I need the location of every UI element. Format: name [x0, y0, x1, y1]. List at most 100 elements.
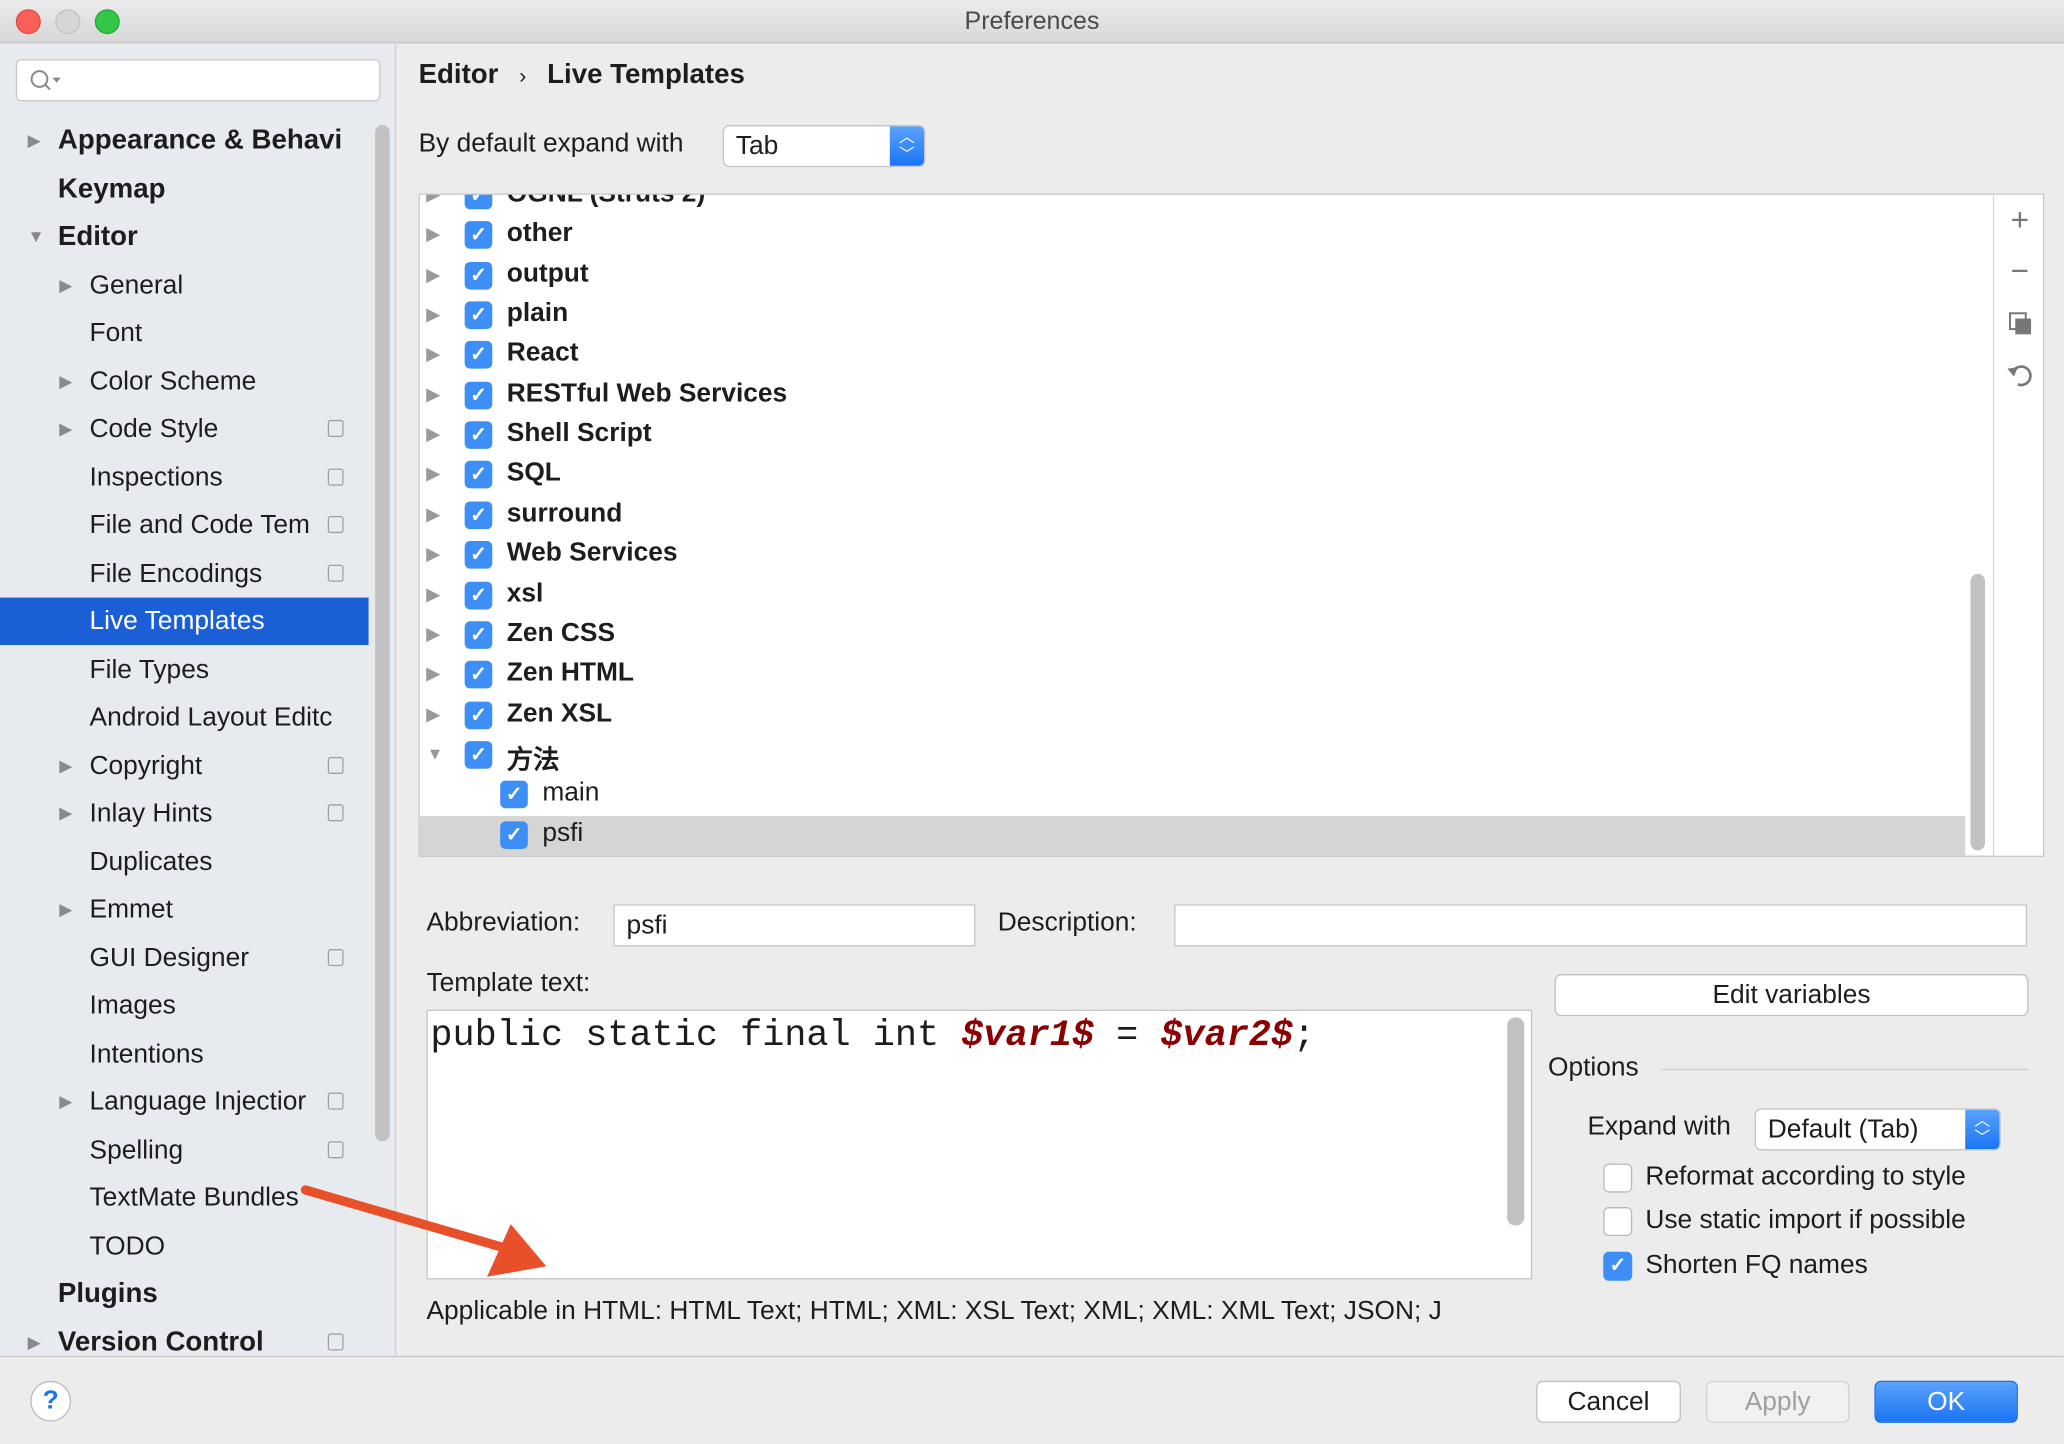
chevron-right-icon[interactable]: ▶ — [426, 304, 439, 325]
chevron-right-icon[interactable]: ▶ — [59, 261, 72, 308]
option-label[interactable]: Use static import if possible — [1645, 1206, 1965, 1236]
sidebar-item[interactable]: Images — [0, 982, 369, 1029]
chevron-right-icon[interactable]: ▶ — [28, 117, 41, 164]
chevron-right-icon[interactable]: ▶ — [59, 405, 72, 452]
copy-icon[interactable] — [1994, 304, 2043, 343]
chevron-right-icon[interactable]: ▶ — [426, 195, 439, 206]
chevron-right-icon[interactable]: ▶ — [426, 464, 439, 485]
tree-row[interactable]: ▶ ✓ xsl — [420, 576, 1965, 615]
description-input[interactable] — [1174, 904, 2028, 947]
chevron-down-icon[interactable]: ▼ — [28, 213, 45, 260]
help-button[interactable]: ? — [30, 1380, 72, 1422]
chevron-right-icon[interactable]: ▶ — [426, 264, 439, 285]
option-label[interactable]: Shorten FQ names — [1645, 1250, 1867, 1280]
add-icon[interactable]: + — [1994, 201, 2043, 240]
chevron-right-icon[interactable]: ▶ — [426, 544, 439, 565]
option-checkbox[interactable] — [1603, 1163, 1633, 1193]
checkbox[interactable]: ✓ — [464, 501, 493, 529]
sidebar-item[interactable]: File Types — [0, 646, 369, 693]
sidebar-item[interactable]: ▶ Code Style — [0, 405, 369, 452]
sidebar-item[interactable]: ▶ General — [0, 261, 369, 308]
sidebar-scrollbar[interactable] — [375, 125, 390, 1142]
tree-row[interactable]: ✓ psfi — [419, 815, 1966, 856]
checkbox[interactable]: ✓ — [464, 194, 493, 210]
checkbox[interactable]: ✓ — [464, 700, 493, 729]
chevron-right-icon[interactable]: ▶ — [59, 1078, 72, 1125]
chevron-right-icon[interactable]: ▶ — [426, 704, 439, 725]
sidebar-item[interactable]: Keymap — [0, 165, 369, 212]
abbreviation-input[interactable]: psfi — [613, 904, 976, 947]
sidebar-item[interactable]: Font — [0, 309, 369, 356]
checkbox[interactable]: ✓ — [464, 261, 493, 290]
checkbox[interactable]: ✓ — [464, 621, 493, 649]
tree-row[interactable]: ▶ ✓ Shell Script — [420, 416, 1965, 455]
chevron-down-icon[interactable]: ▼ — [426, 744, 443, 764]
tree-row[interactable]: ▶ ✓ OGNL (Struts 2) — [420, 194, 1965, 216]
restore-icon[interactable] — [1994, 355, 2043, 394]
checkbox[interactable]: ✓ — [500, 780, 528, 809]
sidebar-item[interactable]: Android Layout Editc — [0, 694, 369, 741]
expand-default-dropdown[interactable]: Tab ︿ ﹀ — [722, 125, 926, 168]
tree-row[interactable]: ▶ ✓ plain — [420, 296, 1965, 335]
checkbox[interactable]: ✓ — [464, 541, 493, 569]
tree-row[interactable]: ▶ ✓ Web Services — [420, 536, 1965, 575]
editor-scrollbar[interactable] — [1507, 1017, 1525, 1226]
checkbox[interactable]: ✓ — [464, 341, 493, 370]
sidebar-item[interactable]: ▶ Language Injectior — [0, 1078, 369, 1125]
sidebar-item[interactable]: GUI Designer — [0, 934, 369, 981]
sidebar-item[interactable]: File Encodings — [0, 550, 369, 597]
checkbox[interactable]: ✓ — [464, 221, 493, 250]
sidebar-item[interactable]: ▶ Emmet — [0, 886, 369, 933]
chevron-right-icon[interactable]: ▶ — [426, 224, 439, 245]
chevron-right-icon[interactable]: ▶ — [59, 790, 72, 837]
tree-row[interactable]: ▶ ✓ surround — [420, 496, 1965, 535]
ok-button[interactable]: OK — [1874, 1380, 2018, 1423]
checkbox[interactable]: ✓ — [464, 381, 493, 410]
apply-button[interactable]: Apply — [1705, 1380, 1850, 1423]
chevron-right-icon[interactable]: ▶ — [426, 664, 439, 685]
applicable-contexts[interactable]: Applicable in HTML: HTML Text; HTML; XML… — [426, 1297, 1532, 1327]
checkbox[interactable]: ✓ — [464, 581, 493, 609]
sidebar-item[interactable]: Spelling — [0, 1126, 369, 1173]
chevron-right-icon[interactable]: ▶ — [426, 504, 439, 525]
chevron-right-icon[interactable]: ▶ — [59, 742, 72, 789]
tree-row[interactable]: ▶ ✓ output — [420, 256, 1965, 295]
tree-row[interactable]: ▶ ✓ other — [420, 216, 1965, 255]
cancel-button[interactable]: Cancel — [1536, 1380, 1681, 1423]
remove-icon[interactable]: − — [1994, 253, 2043, 292]
edit-variables-button[interactable]: Edit variables — [1554, 974, 2029, 1017]
tree-row[interactable]: ▶ ✓ React — [420, 336, 1965, 375]
sidebar-item[interactable]: Intentions — [0, 1030, 369, 1077]
sidebar-item[interactable]: ▶ Color Scheme — [0, 357, 369, 404]
tree-scrollbar[interactable] — [1970, 573, 1985, 851]
sidebar-item[interactable]: Duplicates — [0, 838, 369, 885]
chevron-right-icon[interactable]: ▶ — [59, 357, 72, 404]
sidebar-item[interactable]: ▶ Copyright — [0, 742, 369, 789]
chevron-right-icon[interactable]: ▶ — [426, 584, 439, 605]
checkbox[interactable]: ✓ — [464, 461, 493, 489]
tree-row[interactable]: ▶ ✓ Zen HTML — [420, 656, 1965, 695]
sidebar-item[interactable]: ▶ Appearance & Behavi — [0, 117, 369, 164]
template-text-editor[interactable]: public static final int $var1$ = $var2$; — [426, 1009, 1533, 1280]
option-checkbox[interactable] — [1603, 1207, 1633, 1237]
checkbox[interactable]: ✓ — [464, 740, 493, 769]
chevron-right-icon[interactable]: ▶ — [426, 344, 439, 365]
tree-row[interactable]: ▶ ✓ RESTful Web Services — [420, 376, 1965, 415]
chevron-right-icon[interactable]: ▶ — [59, 886, 72, 933]
tree-row[interactable]: ▼ ✓ 方法 — [420, 736, 1965, 775]
checkbox[interactable]: ✓ — [464, 661, 493, 689]
tree-row[interactable]: ✓ main — [420, 776, 1965, 815]
option-label[interactable]: Reformat according to style — [1645, 1162, 1965, 1192]
checkbox[interactable]: ✓ — [500, 820, 528, 849]
checkbox[interactable]: ✓ — [464, 301, 493, 330]
sidebar-item[interactable]: ▼ Editor — [0, 213, 369, 260]
expand-with-dropdown[interactable]: Default (Tab) ︿ ﹀ — [1754, 1108, 2001, 1151]
tree-row[interactable]: ▶ ✓ Zen XSL — [420, 696, 1965, 735]
tree-row[interactable]: ▶ ✓ Zen CSS — [420, 616, 1965, 655]
sidebar-item[interactable]: Inspections — [0, 453, 369, 500]
search-input[interactable] — [15, 59, 381, 102]
chevron-right-icon[interactable]: ▶ — [426, 384, 439, 405]
chevron-right-icon[interactable]: ▶ — [426, 624, 439, 645]
option-checkbox[interactable]: ✓ — [1603, 1251, 1633, 1281]
sidebar-item[interactable]: File and Code Tem — [0, 502, 369, 549]
